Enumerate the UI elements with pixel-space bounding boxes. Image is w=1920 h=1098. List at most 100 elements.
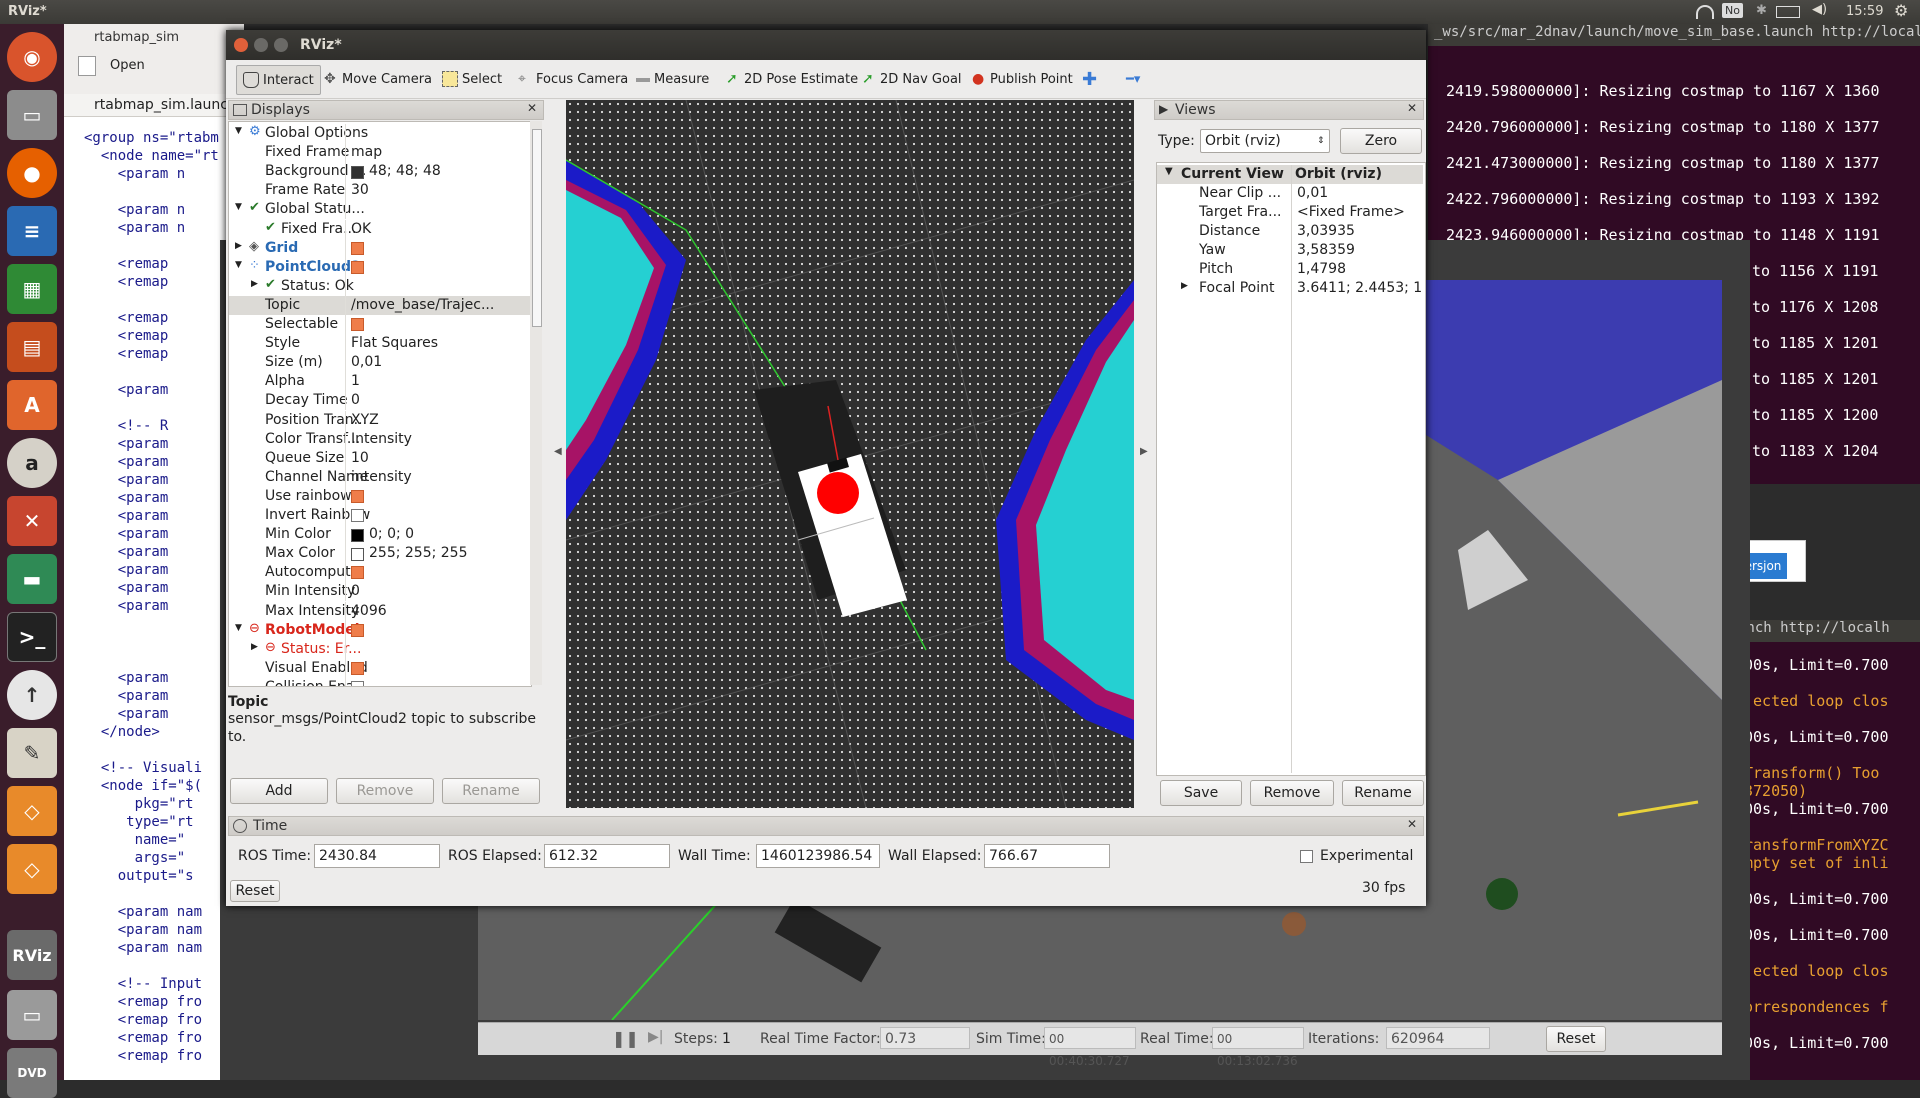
display-row-value[interactable]: intensity (351, 469, 412, 485)
display-row-value[interactable]: 10 (351, 450, 369, 466)
display-row[interactable]: Decay Time 0 (229, 391, 531, 411)
rviz-icon[interactable]: RViz (7, 930, 57, 980)
color-swatch[interactable] (351, 529, 364, 543)
display-row-value[interactable]: OK (351, 221, 371, 237)
tool-2d-nav-goal[interactable]: ➚ 2D Nav Goal (862, 68, 962, 90)
display-row[interactable]: Queue Size 10 (229, 448, 531, 468)
display-checkbox[interactable] (351, 509, 364, 522)
dvd-icon[interactable]: DVD (7, 1048, 57, 1098)
expand-arrow-icon[interactable]: ▶ (1181, 281, 1188, 291)
terminal-icon[interactable]: >_ (7, 612, 57, 662)
display-row[interactable]: ▼ ⚙ Global Options (229, 124, 531, 143)
display-checkbox[interactable] (351, 680, 364, 686)
rename-display-button[interactable]: Rename (442, 778, 540, 804)
collapse-arrow-icon[interactable]: ▼ (235, 623, 242, 633)
wall-time-field[interactable]: 1460123986.54 (756, 844, 880, 868)
ros-elapsed-field[interactable]: 612.32 (544, 844, 670, 868)
volume-icon[interactable]: ◀) (1812, 2, 1827, 17)
save-view-button[interactable]: Save (1160, 780, 1242, 806)
display-checkbox[interactable] (351, 623, 364, 637)
display-checkbox[interactable] (351, 489, 364, 503)
remove-tool-icon[interactable]: ━▾ (1126, 68, 1140, 90)
views-tree[interactable]: ▼ Current View Orbit (rviz) Near Clip ..… (1156, 162, 1426, 776)
display-checkbox[interactable] (351, 318, 364, 331)
bluetooth-icon[interactable]: ✱ (1756, 3, 1767, 18)
display-row[interactable]: Color Transf... Intensity (229, 429, 531, 449)
keyboard-indicator[interactable]: No (1722, 3, 1743, 18)
display-row-value[interactable]: 0 (351, 392, 360, 408)
power-gear-icon[interactable]: ⚙ (1894, 1, 1908, 20)
display-row[interactable]: Channel Name intensity (229, 467, 531, 487)
tool-2d-pose-estimate[interactable]: ➚ 2D Pose Estimate (726, 68, 858, 90)
displays-scrollbar[interactable] (530, 121, 542, 685)
display-checkbox[interactable] (351, 260, 364, 274)
display-row-value[interactable]: 0,01 (351, 354, 382, 370)
pause-icon[interactable]: ❚❚ (612, 1029, 639, 1048)
display-checkbox[interactable] (351, 661, 364, 675)
editor-code-area[interactable]: <group ns="rtabm <node name="rt <param n… (64, 130, 244, 1070)
add-display-button[interactable]: Add (230, 778, 328, 804)
wifi-icon[interactable] (1696, 5, 1714, 19)
time-close-icon[interactable]: ✕ (1407, 817, 1417, 831)
close-icon[interactable] (234, 38, 248, 52)
editor-tab[interactable]: rtabmap_sim.launch (64, 94, 244, 117)
editor-tab-title[interactable]: rtabmap_sim (94, 30, 179, 45)
display-row[interactable]: Min Color 0; 0; 0 (229, 525, 531, 545)
display-row-value[interactable]: map (351, 144, 382, 160)
display-row[interactable]: Use rainbow (229, 486, 531, 506)
remove-display-button[interactable]: Remove (336, 778, 434, 804)
display-row-value[interactable]: 0 (351, 583, 360, 599)
tool-interact[interactable]: Interact (236, 65, 321, 95)
minimize-icon[interactable] (254, 38, 268, 52)
display-row[interactable]: Collision Ena... (229, 677, 531, 686)
system-monitor-icon[interactable]: ▬ (7, 554, 57, 604)
display-row[interactable]: ▶ ◈ Grid (229, 238, 531, 258)
view-property-value[interactable]: 3,58359 (1297, 242, 1355, 258)
battery-icon[interactable] (1776, 6, 1800, 18)
display-row[interactable]: Size (m) 0,01 (229, 353, 531, 373)
display-row[interactable]: Alpha 1 (229, 372, 531, 392)
steps-value[interactable]: 1 (722, 1031, 731, 1047)
settings-icon[interactable]: ✕ (7, 496, 57, 546)
view-property-value[interactable]: 3,03935 (1297, 223, 1355, 239)
tool-measure[interactable]: Measure (636, 68, 709, 90)
maximize-icon[interactable] (274, 38, 288, 52)
display-row-value[interactable]: 4096 (351, 603, 387, 619)
display-row[interactable]: ▶ ✔ Status: Ok (229, 276, 531, 296)
display-row[interactable]: ▼ ⊖ RobotModel (229, 620, 531, 640)
display-row[interactable]: ▼ ⁘ PointCloud2 (229, 257, 531, 277)
terminal-window-2[interactable]: unch http://localh 00s, Limit=0.700 jecte… (1738, 620, 1920, 1080)
view-property-row[interactable]: Target Fra... <Fixed Frame> (1157, 203, 1423, 222)
view-type-select[interactable]: Orbit (rviz) ⇕ (1200, 129, 1330, 153)
view-property-row[interactable]: Yaw 3,58359 (1157, 241, 1423, 260)
amazon-icon[interactable]: a (7, 438, 57, 488)
display-row[interactable]: Selectable (229, 315, 531, 334)
writer-icon[interactable]: ≡ (7, 206, 57, 256)
display-row[interactable]: Invert Rainbow (229, 506, 531, 525)
tool-move-camera[interactable]: ✥ Move Camera (324, 68, 432, 90)
display-row-value[interactable]: 1 (351, 373, 360, 389)
display-row[interactable]: ✔ Fixed Fra... OK (229, 219, 531, 239)
displays-close-icon[interactable]: ✕ (527, 101, 537, 115)
display-row[interactable]: Position Tran... XYZ (229, 410, 531, 430)
gazebo-icon[interactable]: ◇ (7, 786, 57, 836)
display-row-value[interactable]: 48; 48; 48 (369, 163, 441, 179)
software-center-icon[interactable]: A (7, 380, 57, 430)
open-button[interactable]: Open (110, 58, 145, 73)
display-checkbox[interactable] (351, 241, 364, 255)
collapse-arrow-icon[interactable]: ▼ (235, 260, 242, 270)
expand-arrow-icon[interactable]: ▶ (235, 241, 242, 251)
display-checkbox[interactable] (351, 566, 364, 580)
views-close-icon[interactable]: ✕ (1407, 101, 1417, 115)
drive-icon[interactable]: ▭ (7, 990, 57, 1040)
ros-time-field[interactable]: 2430.84 (314, 844, 440, 868)
current-view-row[interactable]: ▼ Current View Orbit (rviz) (1157, 165, 1423, 184)
display-row[interactable]: Min Intensity 0 (229, 582, 531, 602)
display-row[interactable]: Max Intensity 4096 (229, 601, 531, 621)
rviz-3d-viewport[interactable] (566, 100, 1134, 808)
displays-scroll-thumb[interactable] (532, 129, 542, 327)
display-row[interactable]: Background ... 48; 48; 48 (229, 162, 531, 182)
new-document-icon[interactable] (78, 56, 96, 76)
display-row[interactable]: Fixed Frame map (229, 143, 531, 163)
displays-tree[interactable]: ▼ ⚙ Global Options Fixed Frame map Background… (228, 121, 532, 687)
